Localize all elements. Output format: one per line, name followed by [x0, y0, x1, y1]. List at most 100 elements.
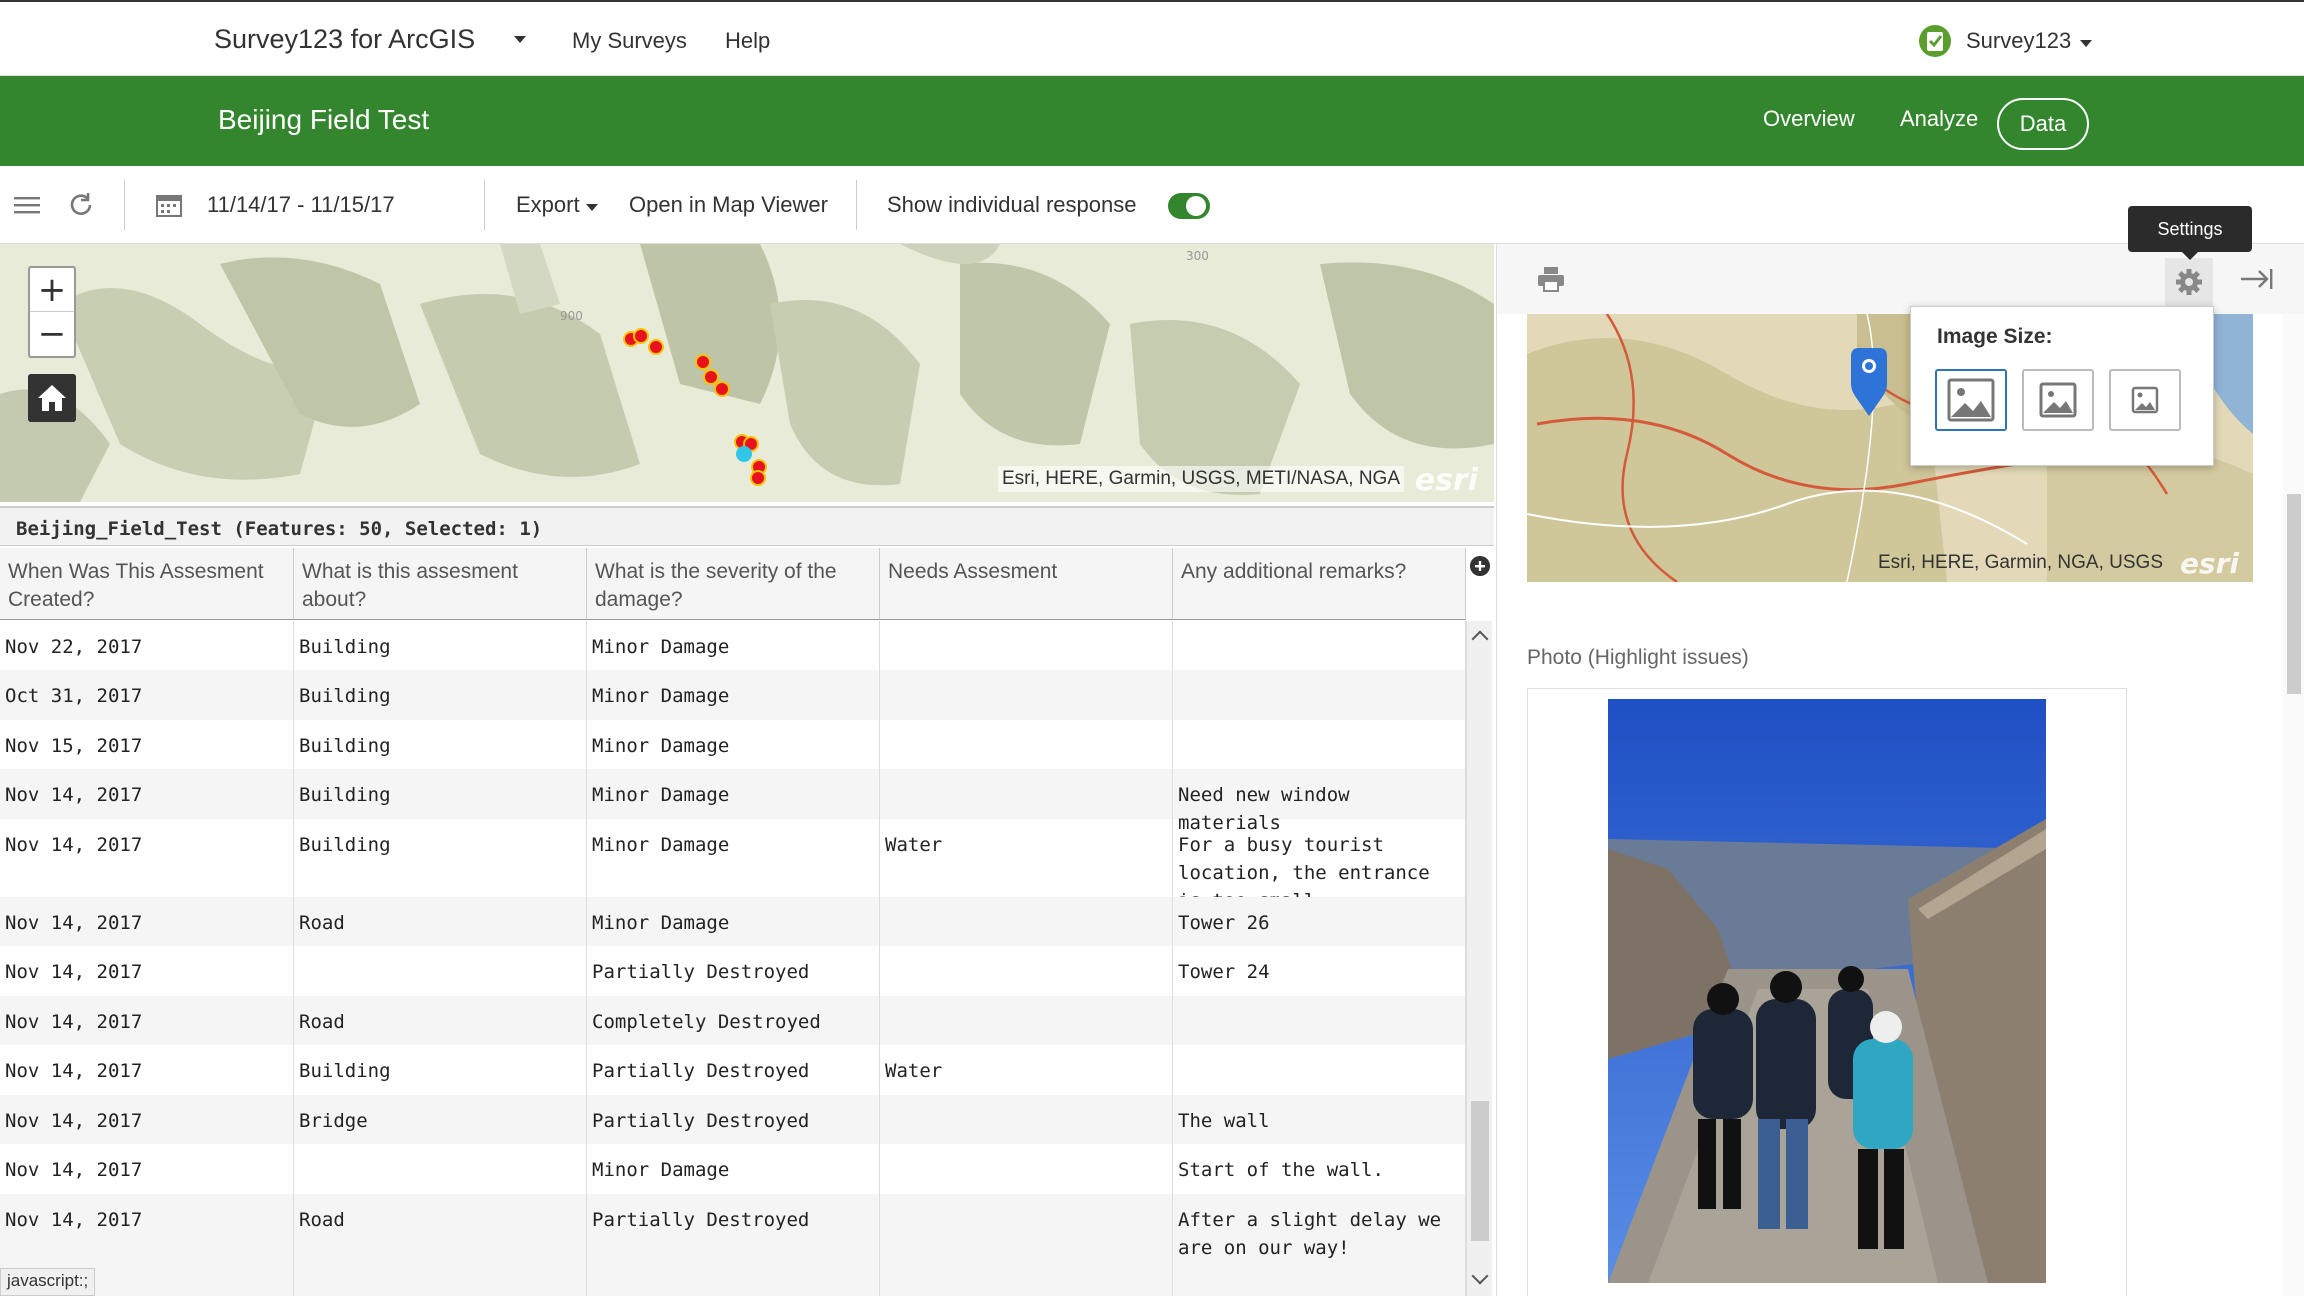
- scrollbar-thumb[interactable]: [1471, 1101, 1489, 1241]
- data-toolbar: 11/14/17 - 11/15/17 Export Open in Map V…: [0, 166, 2304, 244]
- minimap-attribution: Esri, HERE, Garmin, NGA, USGS: [1877, 552, 2163, 573]
- image-size-medium-button[interactable]: [2022, 369, 2094, 431]
- home-button[interactable]: [28, 374, 76, 422]
- table-cell: Water: [880, 819, 1173, 897]
- zoom-in-button[interactable]: +: [30, 268, 74, 312]
- hamburger-menu-icon[interactable]: [12, 190, 42, 220]
- table-row[interactable]: Nov 14, 2017 Bridge Partially Destroyed …: [0, 1095, 1466, 1144]
- image-size-popover: Image Size:: [1910, 306, 2214, 466]
- table-cell: [880, 1095, 1173, 1144]
- table-cell: Nov 14, 2017: [0, 946, 294, 996]
- table-cell: Minor Damage: [587, 621, 880, 670]
- table-row[interactable]: Oct 31, 2017 Building Minor Damage: [0, 670, 1466, 720]
- table-row[interactable]: Nov 14, 2017 Minor Damage Start of the w…: [0, 1144, 1466, 1194]
- table-row[interactable]: Nov 15, 2017 Building Minor Damage: [0, 720, 1466, 769]
- table-cell: [294, 946, 587, 996]
- tab-overview[interactable]: Overview: [1763, 106, 1855, 132]
- table-cell: [1173, 720, 1466, 769]
- tab-analyze[interactable]: Analyze: [1900, 106, 1978, 132]
- map-point[interactable]: [633, 328, 649, 344]
- photo-question-label: Photo (Highlight issues): [1527, 646, 1749, 669]
- attachment-photo[interactable]: [1608, 699, 2046, 1283]
- table-scrollbar[interactable]: [1466, 621, 1492, 1296]
- table-row[interactable]: Nov 14, 2017 Road Completely Destroyed: [0, 996, 1466, 1045]
- table-cell: [880, 996, 1173, 1045]
- column-header[interactable]: Needs Assesment: [880, 548, 1173, 620]
- toolbar-divider: [484, 180, 485, 230]
- export-caret-icon[interactable]: [586, 204, 598, 211]
- open-in-map-viewer-button[interactable]: Open in Map Viewer: [629, 192, 828, 218]
- collapse-panel-icon[interactable]: [2239, 264, 2275, 294]
- survey-map[interactable]: 900 300 + − Esri, HERE, Garmin, USGS, ME…: [0, 244, 1494, 502]
- image-size-small-button[interactable]: [2109, 369, 2181, 431]
- column-header[interactable]: Any additional remarks?: [1173, 548, 1466, 620]
- table-cell: [880, 946, 1173, 996]
- table-cell: Nov 14, 2017: [0, 897, 294, 946]
- image-medium-icon: [2039, 382, 2077, 418]
- table-cell: Nov 14, 2017: [0, 1045, 294, 1095]
- table-cell: Road: [294, 1194, 587, 1296]
- app-title[interactable]: Survey123 for ArcGIS: [214, 24, 475, 55]
- survey123-logo-icon: [1919, 25, 1951, 57]
- show-individual-response-toggle[interactable]: [1168, 193, 1210, 219]
- settings-button[interactable]: [2165, 258, 2213, 306]
- table-cell: [880, 897, 1173, 946]
- toolbar-divider: [124, 180, 125, 230]
- table-cell: Partially Destroyed: [587, 1045, 880, 1095]
- table-cell: Completely Destroyed: [587, 996, 880, 1045]
- table-row[interactable]: Nov 14, 2017 Building Minor Damage Water…: [0, 819, 1466, 912]
- table-cell: [880, 1194, 1173, 1296]
- map-point[interactable]: [703, 369, 719, 385]
- table-cell: Road: [294, 996, 587, 1045]
- table-row[interactable]: Nov 22, 2017 Building Minor Damage: [0, 621, 1466, 670]
- nav-my-surveys[interactable]: My Surveys: [572, 28, 687, 54]
- table-row[interactable]: Nov 14, 2017 Road Partially Destroyed Af…: [0, 1194, 1466, 1296]
- scrollbar-thumb[interactable]: [2287, 494, 2301, 694]
- table-row[interactable]: Nov 14, 2017 Partially Destroyed Tower 2…: [0, 946, 1466, 996]
- table-cell: Nov 15, 2017: [0, 720, 294, 769]
- table-cell: Building: [294, 670, 587, 720]
- map-point[interactable]: [714, 381, 730, 397]
- table-cell: [880, 769, 1173, 819]
- table-row[interactable]: Nov 14, 2017 Building Partially Destroye…: [0, 1045, 1466, 1095]
- esri-logo: esri: [1414, 463, 1478, 498]
- add-column-icon[interactable]: [1470, 556, 1490, 576]
- table-cell: Building: [294, 769, 587, 819]
- table-cell: After a slight delay we are on our way!: [1173, 1194, 1466, 1296]
- scroll-up-arrow-icon[interactable]: [1471, 630, 1489, 648]
- scroll-down-arrow-icon[interactable]: [1471, 1267, 1489, 1285]
- image-size-label: Image Size:: [1937, 325, 2053, 348]
- table-cell: The wall: [1173, 1095, 1466, 1144]
- column-header[interactable]: What is this assesment about?: [294, 548, 587, 620]
- toggle-knob: [1186, 196, 1206, 216]
- table-body: Nov 22, 2017 Building Minor Damage Oct 3…: [0, 621, 1466, 1296]
- table-row[interactable]: Nov 14, 2017 Building Minor Damage Need …: [0, 769, 1466, 834]
- tab-data[interactable]: Data: [1997, 98, 2089, 150]
- table-cell: Nov 14, 2017: [0, 1144, 294, 1194]
- table-cell: Start of the wall.: [1173, 1144, 1466, 1194]
- date-range[interactable]: 11/14/17 - 11/15/17: [207, 192, 395, 218]
- map-point[interactable]: [648, 339, 664, 355]
- table-row[interactable]: Nov 14, 2017 Road Minor Damage Tower 26: [0, 897, 1466, 946]
- table-cell: Bridge: [294, 1095, 587, 1144]
- location-pin-icon[interactable]: [1851, 348, 1887, 418]
- table-cell: Tower 26: [1173, 897, 1466, 946]
- map-point[interactable]: [695, 354, 711, 370]
- calendar-icon[interactable]: [154, 190, 184, 220]
- zoom-out-button[interactable]: −: [30, 312, 74, 356]
- image-size-large-button[interactable]: [1935, 369, 2007, 431]
- app-menu-caret-icon[interactable]: [514, 36, 526, 43]
- map-point[interactable]: [750, 470, 766, 486]
- table-cell: Nov 14, 2017: [0, 996, 294, 1045]
- show-individual-response-label: Show individual response: [887, 192, 1137, 217]
- export-button[interactable]: Export: [516, 192, 580, 218]
- column-header[interactable]: What is the severity of the damage?: [587, 548, 880, 620]
- column-header[interactable]: When Was This Assesment Created?: [0, 548, 294, 620]
- nav-help[interactable]: Help: [725, 28, 770, 54]
- table-cell: Minor Damage: [587, 769, 880, 819]
- table-cell: For a busy tourist location, the entranc…: [1173, 819, 1466, 912]
- selected-map-point[interactable]: [736, 446, 752, 462]
- panel-scrollbar[interactable]: [2283, 314, 2304, 1296]
- refresh-icon[interactable]: [66, 190, 96, 220]
- print-icon[interactable]: [1537, 266, 1565, 292]
